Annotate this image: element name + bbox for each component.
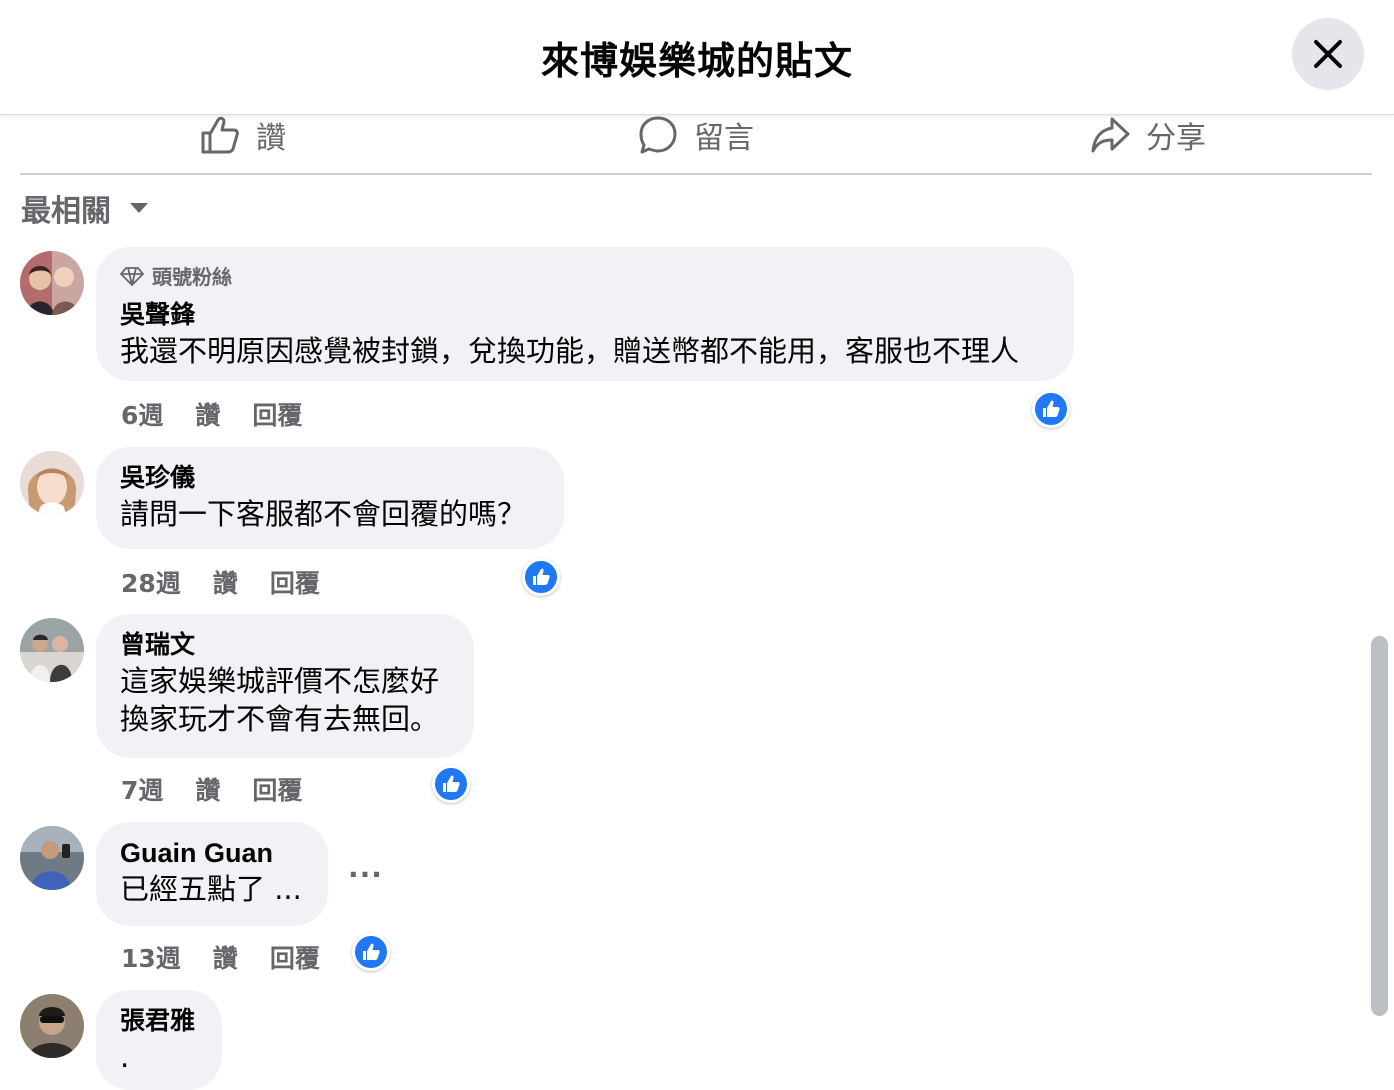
- comment-meta: 28週 讚 回覆: [121, 564, 352, 600]
- thumbs-up-icon: [533, 568, 550, 585]
- comment-author[interactable]: 吳聲鋒: [120, 298, 1050, 332]
- comment-text: .: [120, 1040, 130, 1074]
- comment-reply-button[interactable]: 回覆: [252, 396, 302, 432]
- comment-bubble: 頭號粉絲 吳聲鋒 我還不明原因感覺被封鎖，兌換功能，贈送幣都不能用，客服也不理人: [96, 247, 1074, 381]
- close-icon: [1314, 40, 1342, 68]
- comment-timestamp[interactable]: 13週: [121, 939, 181, 975]
- top-fan-badge: 頭號粉絲: [120, 261, 1050, 290]
- comment-text: 我還不明原因感覺被封鎖，兌換功能，贈送幣都不能用，客服也不理人: [120, 334, 1020, 368]
- comment-bubble: 曾瑞文 這家娛樂城評價不怎麼好 換家玩才不會有去無回。: [96, 614, 474, 758]
- comment-reply-button[interactable]: 回覆: [252, 771, 302, 807]
- comment-meta: 6週 讚 回覆: [121, 396, 334, 432]
- comment-bubble: 吳珍儀 請問一下客服都不會回覆的嗎？: [96, 447, 564, 549]
- comment-text: 請問一下客服都不會回覆的嗎？: [120, 497, 527, 531]
- comment-bubble: Guain Guan 已經五點了 ...: [96, 822, 328, 926]
- share-action-label: 分享: [1146, 121, 1206, 156]
- scrollbar-thumb[interactable]: [1371, 636, 1388, 1016]
- dialog-header: 來博娛樂城的貼文: [0, 0, 1394, 115]
- thumbs-up-icon: [443, 775, 460, 792]
- comment-like-button[interactable]: 讚: [195, 771, 220, 807]
- comment-meta: 7週 讚 回覆: [121, 771, 334, 807]
- comment-bubble: 張君雅 .: [96, 990, 222, 1090]
- close-button[interactable]: [1292, 18, 1364, 90]
- comment-bubble-icon: [639, 116, 677, 154]
- like-reaction-badge[interactable]: [522, 558, 560, 596]
- comment-sort-dropdown[interactable]: 最相關: [21, 186, 149, 230]
- comment-options-button[interactable]: ···: [348, 858, 383, 891]
- comment-timestamp[interactable]: 7週: [121, 771, 163, 807]
- comment-meta: 13週 讚 回覆: [121, 939, 352, 975]
- comment-timestamp[interactable]: 28週: [121, 564, 181, 600]
- like-action-button[interactable]: 讚: [200, 115, 286, 156]
- comment-timestamp[interactable]: 6週: [121, 396, 163, 432]
- diamond-icon: [120, 266, 144, 286]
- badge-label: 頭號粉絲: [152, 265, 232, 289]
- dialog-title: 來博娛樂城的貼文: [540, 39, 853, 83]
- comment-author[interactable]: 張君雅: [120, 1004, 198, 1038]
- comment-like-button[interactable]: 讚: [213, 939, 238, 975]
- comment-author[interactable]: Guain Guan: [120, 836, 304, 870]
- comment-like-button[interactable]: 讚: [195, 396, 220, 432]
- comment-action-button[interactable]: 留言: [638, 115, 754, 156]
- avatar[interactable]: [20, 251, 84, 315]
- thumbs-up-icon: [363, 943, 380, 960]
- like-reaction-badge[interactable]: [432, 765, 470, 803]
- avatar[interactable]: [20, 618, 84, 682]
- caret-down-icon: [130, 203, 148, 213]
- like-reaction-badge[interactable]: [352, 933, 390, 971]
- share-action-button[interactable]: 分享: [1090, 115, 1206, 156]
- comment-action-label: 留言: [694, 121, 754, 156]
- sort-label: 最相關: [21, 194, 111, 229]
- like-action-label: 讚: [256, 121, 286, 156]
- post-actions-bar: 讚 留言 分享: [20, 115, 1372, 175]
- avatar[interactable]: [20, 994, 84, 1058]
- share-arrow-icon: [1091, 117, 1130, 153]
- comment-text: 已經五點了 ...: [120, 872, 302, 906]
- comment-author[interactable]: 曾瑞文: [120, 628, 450, 662]
- like-reaction-badge[interactable]: [1032, 390, 1070, 428]
- comment-text: 這家娛樂城評價不怎麼好 換家玩才不會有去無回。: [120, 664, 440, 736]
- comment-author[interactable]: 吳珍儀: [120, 461, 540, 495]
- thumbs-up-icon: [1043, 400, 1060, 417]
- comment-reply-button[interactable]: 回覆: [270, 564, 320, 600]
- avatar[interactable]: [20, 451, 84, 515]
- comment-reply-button[interactable]: 回覆: [270, 939, 320, 975]
- comment-like-button[interactable]: 讚: [213, 564, 238, 600]
- avatar[interactable]: [20, 826, 84, 890]
- thumbs-up-icon: [201, 116, 239, 154]
